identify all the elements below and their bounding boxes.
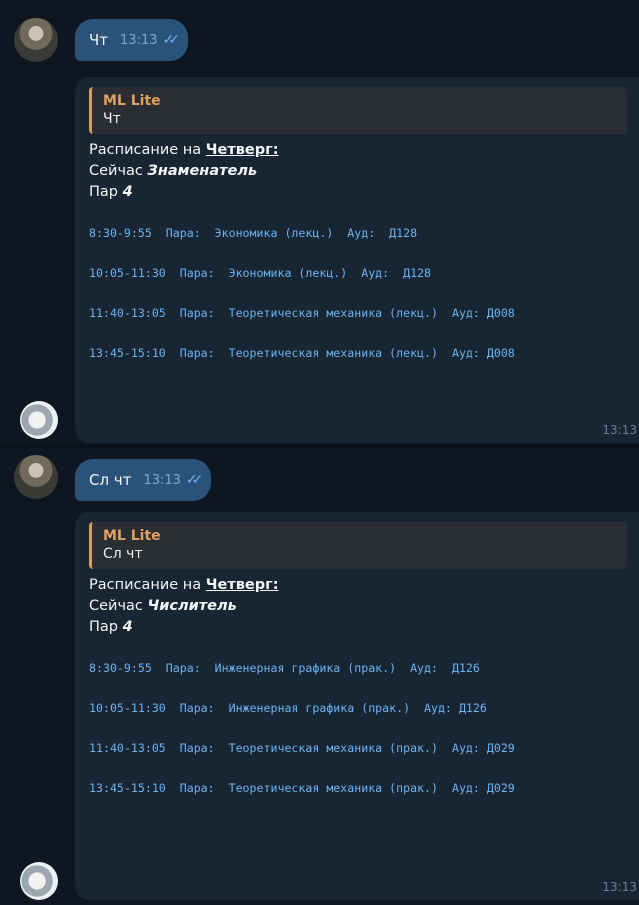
outgoing-message[interactable]: Сл чт 13:13 ✓✓ — [75, 459, 212, 501]
user-avatar-icon[interactable] — [14, 18, 58, 62]
bot-reply-message[interactable]: ML Lite Чт Расписание на Четверг: Сейчас… — [75, 77, 639, 443]
double-check-icon: ✓✓ — [162, 32, 181, 48]
day-link[interactable]: Четверг: — [206, 142, 279, 158]
lesson-entry[interactable]: 10:05-11:30 Пара: Экономика (лекц.) Ауд:… — [89, 264, 627, 283]
bot-reply-message[interactable]: ML Lite Сл чт Расписание на Четверг: Сей… — [75, 512, 639, 900]
outgoing-message-time: 13:13 — [120, 32, 158, 48]
reply-quote-text: Чт — [103, 111, 121, 127]
reply-quote[interactable]: ML Lite Сл чт — [89, 522, 627, 569]
pairs-count-value: 4 — [122, 619, 133, 635]
schedule-heading: Расписание на Четверг: — [89, 575, 627, 596]
week-type-prefix: Сейчас — [89, 163, 148, 179]
incoming-message-time: 13:13 — [602, 423, 637, 437]
message-divider — [0, 445, 639, 448]
day-link[interactable]: Четверг: — [206, 577, 279, 593]
reply-quote-text: Сл чт — [103, 546, 143, 562]
schedule-heading: Расписание на Четверг: — [89, 140, 627, 161]
outgoing-message-time: 13:13 — [143, 472, 181, 488]
pairs-count-prefix: Пар — [89, 619, 123, 635]
pairs-count-line: Пар 4 — [89, 617, 627, 638]
week-type-line: Сейчас Числитель — [89, 596, 627, 617]
lesson-entry[interactable]: 11:40-13:05 Пара: Теоретическая механика… — [89, 739, 627, 758]
lesson-entry[interactable]: 13:45-15:10 Пара: Теоретическая механика… — [89, 779, 627, 798]
lesson-entry[interactable]: 8:30-9:55 Пара: Инженерная графика (прак… — [89, 659, 627, 678]
week-type-value: Числитель — [147, 598, 237, 614]
pairs-count-prefix: Пар — [89, 184, 123, 200]
reply-quote[interactable]: ML Lite Чт — [89, 87, 627, 134]
double-check-icon: ✓✓ — [185, 472, 204, 488]
incoming-message-time: 13:13 — [602, 880, 637, 894]
week-type-prefix: Сейчас — [89, 598, 148, 614]
schedule-heading-prefix: Расписание на — [89, 577, 206, 593]
reply-quote-author: ML Lite — [103, 528, 161, 544]
lesson-entry[interactable]: 10:05-11:30 Пара: Инженерная графика (пр… — [89, 699, 627, 718]
user-avatar-icon[interactable] — [14, 455, 58, 499]
pairs-count-line: Пар 4 — [89, 182, 627, 203]
outgoing-message-text: Сл чт — [89, 471, 132, 489]
schedule-heading-prefix: Расписание на — [89, 142, 206, 158]
bot-avatar-icon[interactable] — [20, 401, 58, 439]
week-type-value: Знаменатель — [147, 163, 258, 179]
bot-avatar-icon[interactable] — [20, 862, 58, 900]
outgoing-message-text: Чт — [89, 31, 109, 49]
reply-quote-author: ML Lite — [103, 93, 161, 109]
lesson-entry[interactable]: 13:45-15:10 Пара: Теоретическая механика… — [89, 344, 627, 363]
outgoing-message[interactable]: Чт 13:13 ✓✓ — [75, 19, 188, 61]
pairs-count-value: 4 — [122, 184, 133, 200]
week-type-line: Сейчас Знаменатель — [89, 161, 627, 182]
lesson-entry[interactable]: 8:30-9:55 Пара: Экономика (лекц.) Ауд: Д… — [89, 224, 627, 243]
lesson-entry[interactable]: 11:40-13:05 Пара: Теоретическая механика… — [89, 304, 627, 323]
